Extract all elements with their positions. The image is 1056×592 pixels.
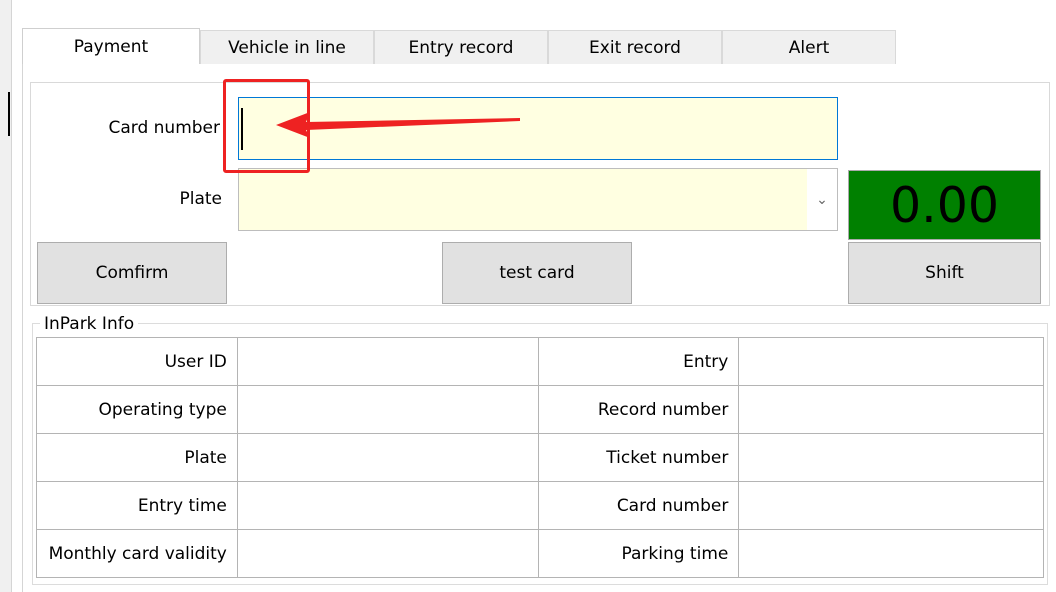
inpark-info-table: User ID Entry Operating type Record numb… — [36, 337, 1044, 578]
entry-time-value — [236, 481, 539, 530]
plate-combobox[interactable]: ⌄ — [238, 168, 838, 231]
entry-time-label: Entry time — [36, 481, 238, 530]
user-id-value — [236, 337, 539, 386]
window-edge-mark — [8, 92, 10, 136]
plate-label: Plate — [179, 189, 222, 209]
info-card-number-value — [738, 481, 1044, 530]
operating-type-value — [236, 385, 539, 434]
tab-alert[interactable]: Alert — [722, 30, 896, 64]
monthly-card-validity-value — [236, 529, 539, 578]
table-row: Operating type Record number — [36, 385, 1044, 434]
tab-entry-record[interactable]: Entry record — [374, 30, 548, 64]
shift-button[interactable]: Shift — [848, 242, 1041, 304]
table-row: Monthly card validity Parking time — [36, 529, 1044, 578]
ticket-number-label: Ticket number — [537, 433, 740, 482]
tab-exit-record[interactable]: Exit record — [548, 30, 722, 64]
card-number-label: Card number — [108, 118, 220, 138]
entry-value — [738, 337, 1044, 386]
text-cursor — [241, 108, 243, 150]
info-plate-label: Plate — [36, 433, 238, 482]
parking-time-value — [738, 529, 1044, 578]
table-row: User ID Entry — [36, 337, 1044, 386]
info-card-number-label: Card number — [537, 481, 740, 530]
entry-label: Entry — [537, 337, 740, 386]
record-number-label: Record number — [537, 385, 740, 434]
test-card-button[interactable]: test card — [442, 242, 632, 304]
tab-payment[interactable]: Payment — [22, 28, 200, 64]
record-number-value — [738, 385, 1044, 434]
amount-display: 0.00 — [848, 170, 1041, 240]
monthly-card-validity-label: Monthly card validity — [36, 529, 238, 578]
ticket-number-value — [738, 433, 1044, 482]
parking-time-label: Parking time — [537, 529, 740, 578]
info-plate-value — [236, 433, 539, 482]
left-window-edge — [0, 0, 12, 592]
tab-vehicle-in-line[interactable]: Vehicle in line — [200, 30, 374, 64]
chevron-down-icon[interactable]: ⌄ — [807, 169, 837, 230]
table-row: Plate Ticket number — [36, 433, 1044, 482]
inpark-info-title: InPark Info — [40, 314, 139, 334]
operating-type-label: Operating type — [36, 385, 238, 434]
table-row: Entry time Card number — [36, 481, 1044, 530]
confirm-button[interactable]: Comfirm — [37, 242, 227, 304]
user-id-label: User ID — [36, 337, 238, 386]
card-number-input[interactable] — [238, 97, 838, 160]
